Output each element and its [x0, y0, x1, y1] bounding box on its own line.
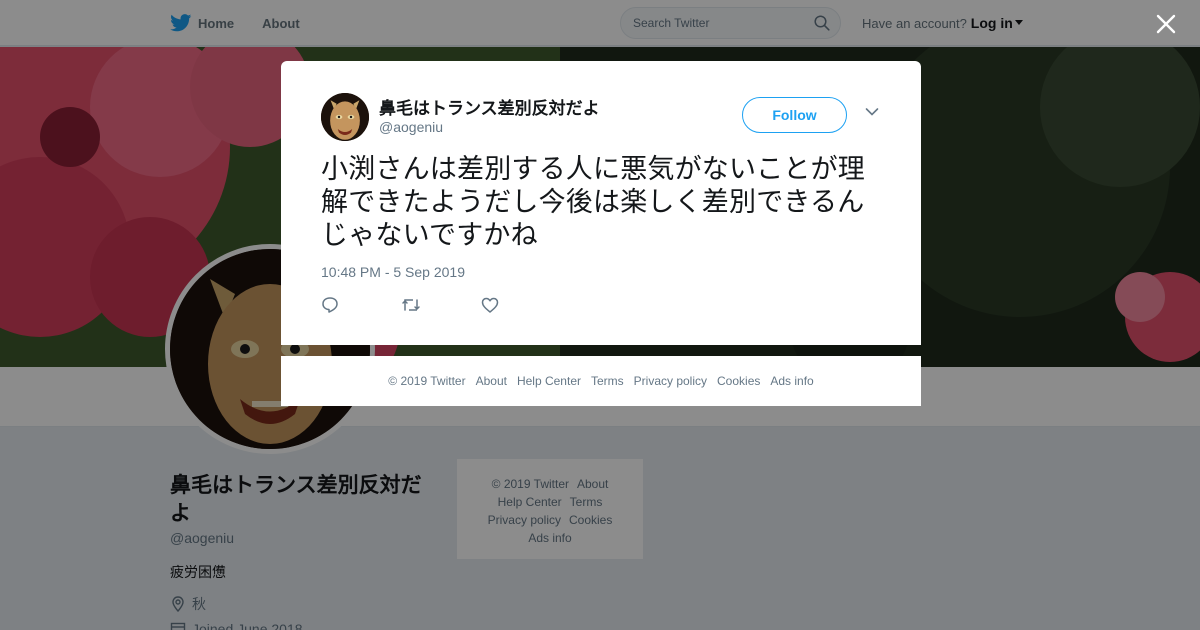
modal-footer-ads[interactable]: Ads info [770, 374, 813, 388]
close-icon[interactable] [1154, 12, 1178, 36]
heart-icon [481, 297, 499, 313]
like-button[interactable] [481, 295, 561, 315]
retweet-button[interactable] [401, 295, 481, 315]
modal-footer-privacy[interactable]: Privacy policy [634, 374, 707, 388]
chevron-down-icon[interactable] [865, 107, 879, 117]
tweet-author-avatar[interactable] [321, 93, 369, 141]
modal-footer-terms[interactable]: Terms [591, 374, 624, 388]
tweet-timestamp[interactable]: 10:48 PM - 5 Sep 2019 [321, 264, 465, 280]
retweet-icon [402, 299, 420, 311]
reply-icon [322, 297, 338, 313]
tweet-text: 小渕さんは差別する人に悪気がないことが理解できたようだし今後は楽しく差別できるん… [321, 154, 865, 250]
tweet-author-name[interactable]: 鼻毛はトランス差別反対だよ [379, 94, 600, 119]
tweet-modal: 鼻毛はトランス差別反対だよ @aogeniu Follow 小渕さんは差別する人… [281, 61, 921, 345]
modal-footer-copyright: © 2019 Twitter [388, 374, 466, 388]
follow-button[interactable]: Follow [742, 97, 847, 133]
tweet-author-handle[interactable]: @aogeniu [379, 119, 443, 135]
modal-footer-help[interactable]: Help Center [517, 374, 581, 388]
modal-footer: © 2019 Twitter About Help Center Terms P… [281, 356, 921, 406]
modal-footer-cookies[interactable]: Cookies [717, 374, 760, 388]
reply-button[interactable] [321, 295, 401, 315]
tweet-actions [321, 295, 561, 315]
modal-footer-about[interactable]: About [476, 374, 507, 388]
hannya-mask-avatar-image [321, 93, 369, 141]
